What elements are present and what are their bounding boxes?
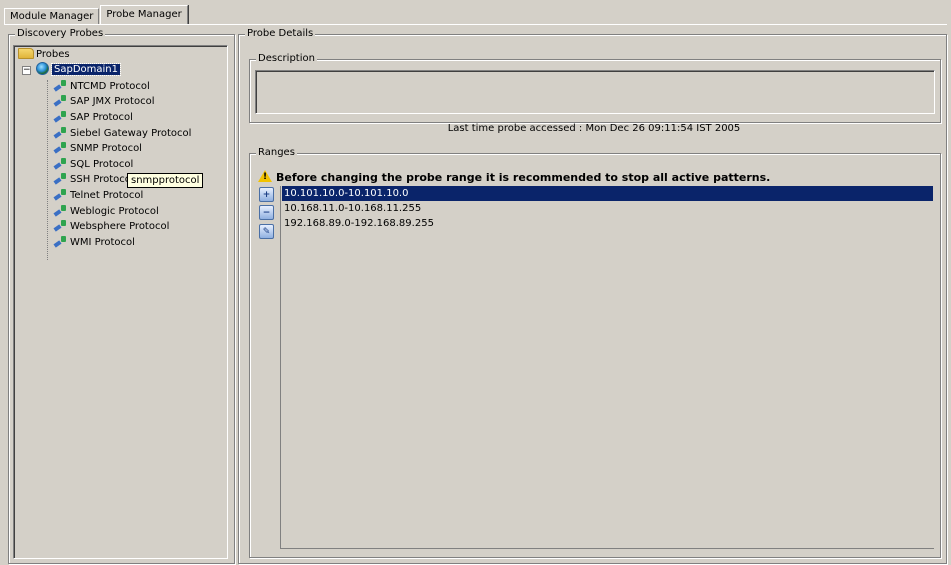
tab-bar: Module Manager Probe Manager [4,4,189,24]
tree-item-protocol[interactable]: NTCMD Protocol [54,79,150,94]
discovery-probes-title: Discovery Probes [15,28,106,40]
list-item[interactable]: 10.101.10.0-10.101.10.0 [282,186,933,201]
remove-range-button[interactable]: − [259,205,274,220]
tree-root-probes[interactable]: Probes [18,48,70,62]
tree-item-protocol[interactable]: WMI Protocol [54,235,135,250]
protocol-icon [54,219,68,231]
tooltip: snmpprotocol [127,173,204,188]
protocol-icon [54,188,68,200]
warning-message: ! Before changing the probe range it is r… [258,170,770,184]
tree-line [47,80,48,260]
add-range-button[interactable]: + [259,187,274,202]
tree-item-protocol[interactable]: SSH Protocol [54,172,134,187]
protocol-icon [54,126,68,138]
tab-separator [4,24,947,25]
tab-probe-manager[interactable]: Probe Manager [100,5,188,24]
edit-range-button[interactable]: ✎ [259,224,274,239]
last-accessed-text: Last time probe accessed : Mon Dec 26 09… [447,123,741,134]
folder-icon [18,48,34,59]
add-range-icon: + [262,189,271,200]
warning-icon: ! [258,170,272,182]
remove-range-icon: − [262,207,271,218]
tree-item-protocol[interactable]: Telnet Protocol [54,188,143,203]
globe-icon [36,62,49,75]
protocol-icon [54,141,68,153]
tree-domain-label: SapDomain1 [51,63,121,76]
probe-tree[interactable]: Probes − SapDomain1 NTCMD Protocol SAP J… [13,45,228,559]
list-item[interactable]: 192.168.89.0-192.168.89.255 [282,216,933,231]
tree-item-protocol[interactable]: Websphere Protocol [54,219,169,234]
protocol-icon [54,172,68,184]
edit-range-icon: ✎ [262,226,271,237]
protocol-icon [54,94,68,106]
protocol-icon [54,157,68,169]
description-group: Description [249,53,941,123]
ranges-group: Ranges ! Before changing the probe range … [249,147,941,558]
tree-item-protocol[interactable]: Weblogic Protocol [54,204,159,219]
description-field[interactable] [255,70,935,114]
protocol-icon [54,235,68,247]
tree-item-protocol[interactable]: SNMP Protocol [54,141,142,156]
probe-details-panel: Probe Details Description Last time prob… [238,28,947,564]
tree-item-protocol[interactable]: Siebel Gateway Protocol [54,126,191,141]
tree-root-label: Probes [36,49,70,60]
tab-module-manager[interactable]: Module Manager [4,8,100,24]
tree-domain-sapdomain1[interactable]: SapDomain1 [36,62,121,77]
protocol-icon [54,79,68,91]
ranges-list[interactable]: 10.101.10.0-10.101.10.0 10.168.11.0-10.1… [280,186,934,549]
protocol-icon [54,204,68,216]
collapse-icon[interactable]: − [22,66,31,75]
ranges-title: Ranges [256,147,297,159]
list-item[interactable]: 10.168.11.0-10.168.11.255 [282,201,933,216]
discovery-probes-panel: Discovery Probes Probes − SapDomain1 NTC… [8,28,235,564]
protocol-icon [54,110,68,122]
tree-item-protocol[interactable]: SAP JMX Protocol [54,94,155,109]
description-title: Description [256,53,317,65]
tree-item-protocol[interactable]: SQL Protocol [54,157,133,172]
probe-details-title: Probe Details [245,28,316,40]
tree-item-protocol[interactable]: SAP Protocol [54,110,133,125]
